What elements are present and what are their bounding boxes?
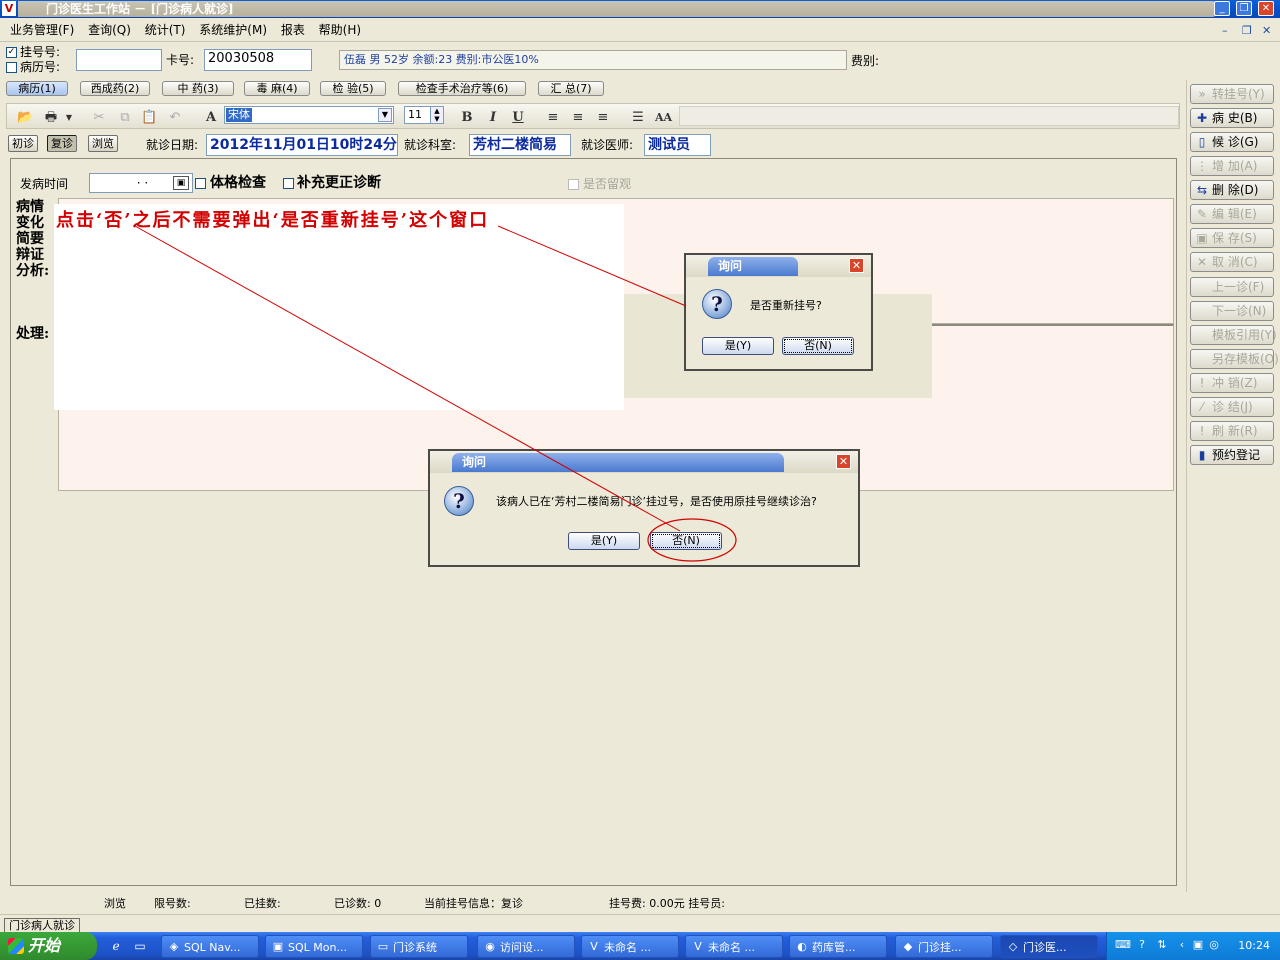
taskbar-item[interactable]: ◐ 药库管... <box>789 935 887 958</box>
monitor-icon[interactable]: ▣ <box>1191 938 1205 952</box>
status-consulted: 已诊数: 0 <box>334 897 382 910</box>
book-icon: ▮ <box>1198 448 1206 462</box>
side-button-label: 上一诊(F) <box>1212 280 1265 294</box>
system-tray: ⌨ ? ⇅ ‹ ▣ ◎ 10:24 <box>1106 932 1280 960</box>
side-button-label: 模板引用(Y) <box>1212 328 1277 342</box>
show-desktop-icon[interactable]: ▭ <box>132 938 148 954</box>
exclamation-icon: ! <box>1199 376 1205 390</box>
side-button-label: 诊 结(J) <box>1212 400 1253 414</box>
clock: 10:24 <box>1238 939 1270 952</box>
access-icon: ◉ <box>485 940 495 953</box>
side-button-3[interactable]: ⋮ 增 加(A) <box>1190 156 1274 176</box>
taskbar-item[interactable]: ◇ 门诊医... <box>1000 935 1098 958</box>
side-button-label: 预约登记 <box>1212 448 1261 462</box>
taskbar-item[interactable]: V 未命名 ... <box>685 935 783 958</box>
taskbar-item-label: 药库管... <box>812 941 856 954</box>
side-button-2[interactable]: ▯ 候 诊(G) <box>1190 132 1274 152</box>
help-icon[interactable]: ? <box>1135 938 1149 952</box>
side-button-6[interactable]: ▣ 保 存(S) <box>1190 228 1274 248</box>
status-bar: 浏览 限号数: 已挂数: 已诊数: 0 当前挂号信息：复诊 挂号费: 0.00元… <box>0 894 1280 914</box>
status-fee: 挂号费: 0.00元 挂号员: <box>609 897 725 910</box>
side-button-4[interactable]: ⇆ 删 除(D) <box>1190 180 1274 200</box>
status-icon[interactable]: ◎ <box>1207 938 1221 952</box>
status-limit: 限号数: <box>154 897 191 910</box>
taskbar-item[interactable]: ◆ 门诊挂... <box>895 935 993 958</box>
taskbar-item-label: 门诊系统 <box>393 941 437 954</box>
taskbar-item-label: SQL Nav... <box>184 941 241 954</box>
taskbar-item[interactable]: ◈ SQL Nav... <box>161 935 259 958</box>
side-button-label: 候 诊(G) <box>1212 135 1259 149</box>
side-button-9[interactable]: 下一诊(N) <box>1190 301 1274 321</box>
ie-icon[interactable]: ℯ <box>108 938 124 954</box>
chevron-left-icon[interactable]: ‹ <box>1175 938 1189 952</box>
mdi-tab-bar <box>0 914 1280 932</box>
side-button-label: 删 除(D) <box>1212 183 1259 197</box>
side-button-14[interactable]: ! 刷 新(R) <box>1190 421 1274 441</box>
folder-icon: ▭ <box>377 940 389 953</box>
pharmacy-icon: ◐ <box>797 940 807 953</box>
side-button-12[interactable]: ! 冲 销(Z) <box>1190 373 1274 393</box>
check-icon: ⁄ <box>1200 400 1203 414</box>
side-button-label: 增 加(A) <box>1212 159 1258 173</box>
cancel-icon: ✕ <box>1196 255 1208 269</box>
status-registered: 已挂数: <box>244 897 281 910</box>
network-icon[interactable]: ⇅ <box>1155 938 1169 952</box>
keyboard-icon[interactable]: ⌨ <box>1115 938 1131 952</box>
taskbar-item-label: 未命名 ... <box>708 941 755 954</box>
taskbar-item[interactable]: ▭ 门诊系统 <box>370 935 468 958</box>
app-icon: V <box>590 940 598 953</box>
annotation-lines <box>134 225 737 562</box>
start-label: 开始 <box>28 936 61 955</box>
taskbar-item-label: 未命名 ... <box>604 941 651 954</box>
side-button-label: 取 消(C) <box>1212 255 1258 269</box>
side-button-7[interactable]: ✕ 取 消(C) <box>1190 252 1274 272</box>
side-button-11[interactable]: 另存模板(O) <box>1190 349 1279 369</box>
plus-icon: ✚ <box>1196 111 1208 125</box>
sql-navigator-icon: ◈ <box>169 940 179 953</box>
taskbar-item-label: 门诊挂... <box>918 941 962 954</box>
side-button-5[interactable]: ✎ 编 辑(E) <box>1190 204 1274 224</box>
taskbar-item-label: SQL Mon... <box>288 941 347 954</box>
side-button-label: 下一诊(N) <box>1212 304 1267 318</box>
side-button-label: 刷 新(R) <box>1212 424 1258 438</box>
double-arrow-icon: » <box>1198 87 1206 101</box>
sql-monitor-icon: ▣ <box>272 940 284 953</box>
document-icon: ▯ <box>1198 135 1206 149</box>
side-button-label: 编 辑(E) <box>1212 207 1257 221</box>
windows-flag-icon <box>8 938 24 954</box>
side-button-8[interactable]: 上一诊(F) <box>1190 277 1274 297</box>
side-button-1[interactable]: ✚ 病 史(B) <box>1190 108 1274 128</box>
registration-icon: ◆ <box>903 940 913 953</box>
exclamation-icon: ! <box>1199 424 1205 438</box>
clinic-icon: ◇ <box>1008 940 1018 953</box>
right-button-panel <box>1186 80 1280 892</box>
delete-icon: ⇆ <box>1196 183 1208 197</box>
side-button-label: 冲 销(Z) <box>1212 376 1258 390</box>
edit-icon: ✎ <box>1196 207 1208 221</box>
taskbar-item-label: 门诊医... <box>1023 941 1067 954</box>
add-icon: ⋮ <box>1196 159 1208 173</box>
taskbar-item[interactable]: ◉ 访问设... <box>477 935 575 958</box>
side-button-label: 保 存(S) <box>1212 231 1257 245</box>
taskbar-item[interactable]: V 未命名 ... <box>581 935 679 958</box>
side-button-0[interactable]: » 转挂号(Y) <box>1190 84 1274 104</box>
status-browse: 浏览 <box>104 897 126 910</box>
side-button-15[interactable]: ▮ 预约登记 <box>1190 445 1274 465</box>
taskbar-item-label: 访问设... <box>500 941 544 954</box>
taskbar-item[interactable]: ▣ SQL Mon... <box>265 935 363 958</box>
side-button-label: 病 史(B) <box>1212 111 1258 125</box>
mdi-tab-clinic-visit[interactable]: 门诊病人就诊 <box>4 918 80 933</box>
side-button-label: 另存模板(O) <box>1212 352 1279 366</box>
start-button[interactable]: 开始 <box>0 932 97 960</box>
side-button-13[interactable]: ⁄ 诊 结(J) <box>1190 397 1274 417</box>
status-current-info: 当前挂号信息：复诊 <box>424 897 523 910</box>
side-button-10[interactable]: 模板引用(Y) <box>1190 325 1277 345</box>
app-icon: V <box>694 940 702 953</box>
side-button-label: 转挂号(Y) <box>1212 87 1265 101</box>
save-icon: ▣ <box>1196 231 1208 245</box>
